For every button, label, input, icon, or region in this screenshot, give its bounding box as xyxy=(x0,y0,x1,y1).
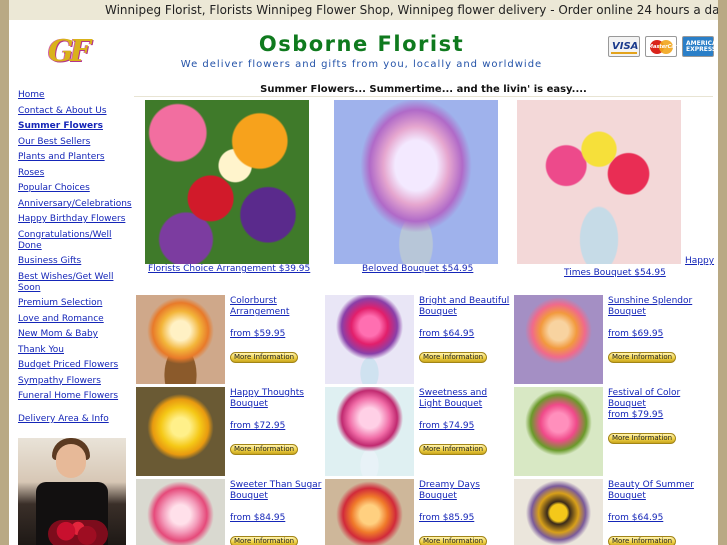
product-name-dreamy-days[interactable]: Dreamy Days Bouquet xyxy=(419,480,511,502)
product-image-dreamy-days[interactable] xyxy=(325,479,414,545)
product-name-sweeter-sugar[interactable]: Sweeter Than Sugar Bouquet xyxy=(230,480,322,502)
more-info-button[interactable]: More Information xyxy=(608,352,676,363)
product-name-happy-thoughts[interactable]: Happy Thoughts Bouquet xyxy=(230,388,322,410)
sidebar-item-get-well[interactable]: Best Wishes/Get Well Soon xyxy=(18,272,130,294)
sidebar-item-business[interactable]: Business Gifts xyxy=(18,256,130,267)
more-info-button[interactable]: More Information xyxy=(419,444,487,455)
product-price-sunshine-splendor[interactable]: from $69.95 xyxy=(608,329,663,339)
sidebar-item-roses[interactable]: Roses xyxy=(18,168,130,179)
product-price-beauty-summer[interactable]: from $64.95 xyxy=(608,513,663,523)
product-name-festival-color[interactable]: Festival of Color Bouquet xyxy=(608,388,718,410)
product-name-sunshine-splendor[interactable]: Sunshine Splendor Bouquet xyxy=(608,296,700,318)
product-image-colorburst[interactable] xyxy=(136,295,225,384)
sidebar-item-funeral[interactable]: Funeral Home Flowers xyxy=(18,391,130,402)
sidebar: Home Contact & About Us Summer Flowers O… xyxy=(18,90,132,430)
featured-link-florists-choice[interactable]: Florists Choice Arrangement $39.95 xyxy=(148,264,310,274)
florist-photo xyxy=(18,438,126,545)
sidebar-item-best-sellers[interactable]: Our Best Sellers xyxy=(18,137,130,148)
mastercard-label: MasterCard xyxy=(648,44,681,50)
featured-link-happy-prefix[interactable]: Happy xyxy=(685,256,714,266)
sidebar-item-birthday[interactable]: Happy Birthday Flowers xyxy=(18,214,130,225)
product-price-dreamy-days[interactable]: from $85.95 xyxy=(419,513,474,523)
logo-text: GF xyxy=(48,34,91,69)
product-image-happy-thoughts[interactable] xyxy=(136,387,225,476)
more-info-button[interactable]: More Information xyxy=(230,536,298,545)
product-price-festival-color[interactable]: from $79.95 xyxy=(608,410,663,420)
mastercard-icon: MasterCard xyxy=(645,36,681,57)
product-image-sunshine-splendor[interactable] xyxy=(514,295,603,384)
product-price-bright-beautiful[interactable]: from $64.95 xyxy=(419,329,474,339)
visa-card-icon: VISA xyxy=(608,36,640,57)
featured-image-beloved[interactable] xyxy=(334,100,498,264)
sidebar-item-delivery-area[interactable]: Delivery Area & Info xyxy=(18,414,130,425)
amex-label: AMERICAN EXPRESS xyxy=(686,40,718,53)
sidebar-item-thank-you[interactable]: Thank You xyxy=(18,345,130,356)
product-price-happy-thoughts[interactable]: from $72.95 xyxy=(230,421,285,431)
product-name-bright-beautiful[interactable]: Bright and Beautiful Bouquet xyxy=(419,296,511,318)
more-info-button[interactable]: More Information xyxy=(230,444,298,455)
sidebar-item-popular[interactable]: Popular Choices xyxy=(18,183,130,194)
product-price-sweeter-sugar[interactable]: from $84.95 xyxy=(230,513,285,523)
more-info-button[interactable]: More Information xyxy=(608,536,676,545)
featured-image-happy-times[interactable] xyxy=(517,100,681,264)
sidebar-item-plants[interactable]: Plants and Planters xyxy=(18,152,130,163)
product-image-sweetness-light[interactable] xyxy=(325,387,414,476)
product-price-colorburst[interactable]: from $59.95 xyxy=(230,329,285,339)
visa-label: VISA xyxy=(612,41,639,52)
sidebar-item-anniversary[interactable]: Anniversary/Celebrations xyxy=(18,199,132,210)
logo[interactable]: GF xyxy=(42,24,102,76)
more-info-button[interactable]: More Information xyxy=(419,352,487,363)
sidebar-item-premium[interactable]: Premium Selection xyxy=(18,298,130,309)
page-headline: Summer Flowers... Summertime... and the … xyxy=(260,84,587,95)
sidebar-item-love[interactable]: Love and Romance xyxy=(18,314,130,325)
tagline: We deliver flowers and gifts from you, l… xyxy=(180,59,543,70)
product-image-sweeter-sugar[interactable] xyxy=(136,479,225,545)
product-name-colorburst[interactable]: Colorburst Arrangement xyxy=(230,296,322,318)
sidebar-item-contact[interactable]: Contact & About Us xyxy=(18,106,130,117)
sidebar-item-sympathy[interactable]: Sympathy Flowers xyxy=(18,376,130,387)
product-image-beauty-summer[interactable] xyxy=(514,479,603,545)
sidebar-item-summer-flowers[interactable]: Summer Flowers xyxy=(18,121,130,132)
amex-card-icon: AMERICAN EXPRESS xyxy=(682,36,718,57)
sidebar-nav: Home Contact & About Us Summer Flowers O… xyxy=(18,90,132,425)
featured-image-florists-choice[interactable] xyxy=(145,100,309,264)
featured-link-beloved[interactable]: Beloved Bouquet $54.95 xyxy=(362,264,473,274)
product-price-sweetness-light[interactable]: from $74.95 xyxy=(419,421,474,431)
page: GF Osborne Florist We deliver flowers an… xyxy=(9,20,718,545)
headline-divider xyxy=(134,96,713,97)
sidebar-item-new-baby[interactable]: New Mom & Baby xyxy=(18,329,130,340)
featured-link-happy-times[interactable]: Times Bouquet $54.95 xyxy=(564,268,666,278)
browser-title-banner: Winnipeg Florist, Florists Winnipeg Flow… xyxy=(9,0,718,20)
product-image-festival-color[interactable] xyxy=(514,387,603,476)
more-info-button[interactable]: More Information xyxy=(419,536,487,545)
product-image-bright-beautiful[interactable] xyxy=(325,295,414,384)
shop-name: Osborne Florist xyxy=(258,32,465,56)
product-name-beauty-summer[interactable]: Beauty Of Summer Bouquet xyxy=(608,480,700,502)
sidebar-item-home[interactable]: Home xyxy=(18,90,130,101)
more-info-button[interactable]: More Information xyxy=(230,352,298,363)
sidebar-item-congratulations[interactable]: Congratulations/Well Done xyxy=(18,230,130,252)
more-info-button[interactable]: More Information xyxy=(608,433,676,444)
sidebar-item-budget[interactable]: Budget Priced Flowers xyxy=(18,360,130,371)
product-name-sweetness-light[interactable]: Sweetness and Light Bouquet xyxy=(419,388,511,410)
